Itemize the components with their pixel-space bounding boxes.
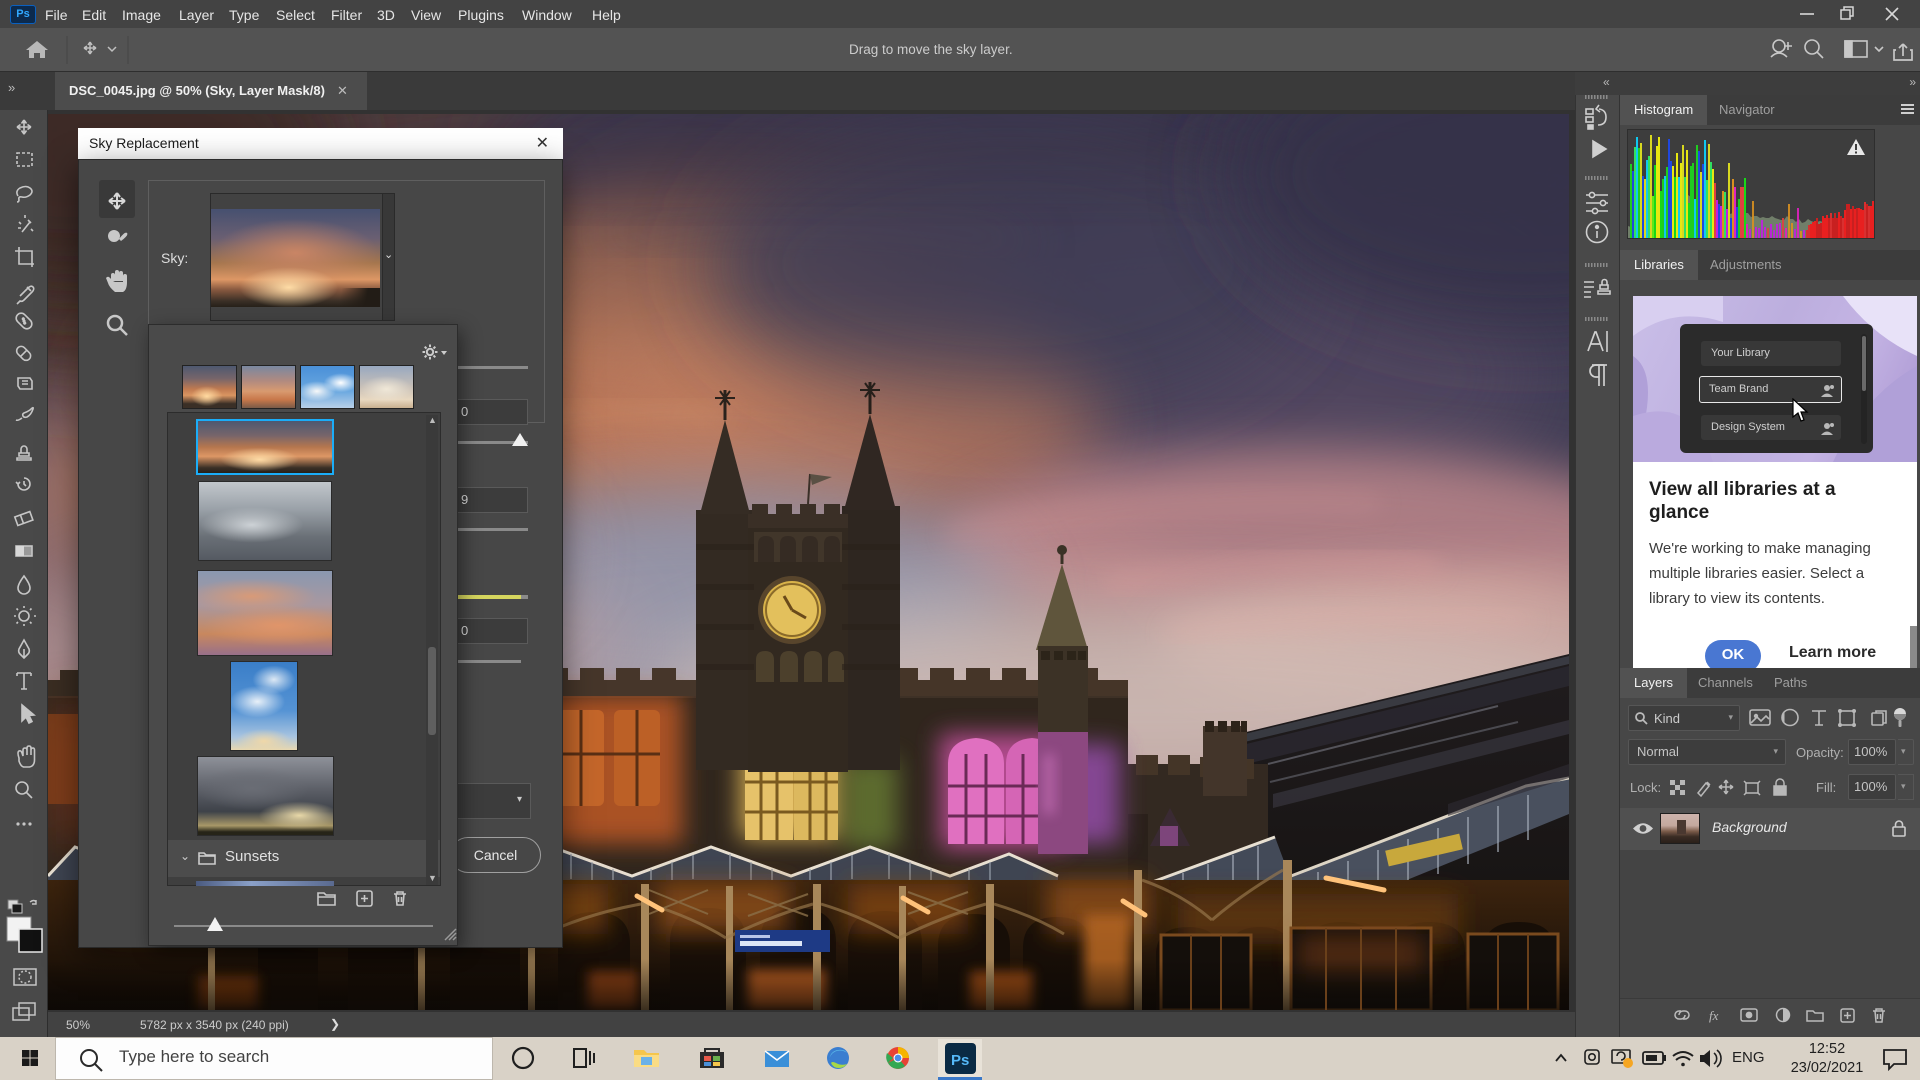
svg-text:Ps: Ps (951, 1052, 969, 1069)
svg-text:fx: fx (1709, 1008, 1719, 1023)
